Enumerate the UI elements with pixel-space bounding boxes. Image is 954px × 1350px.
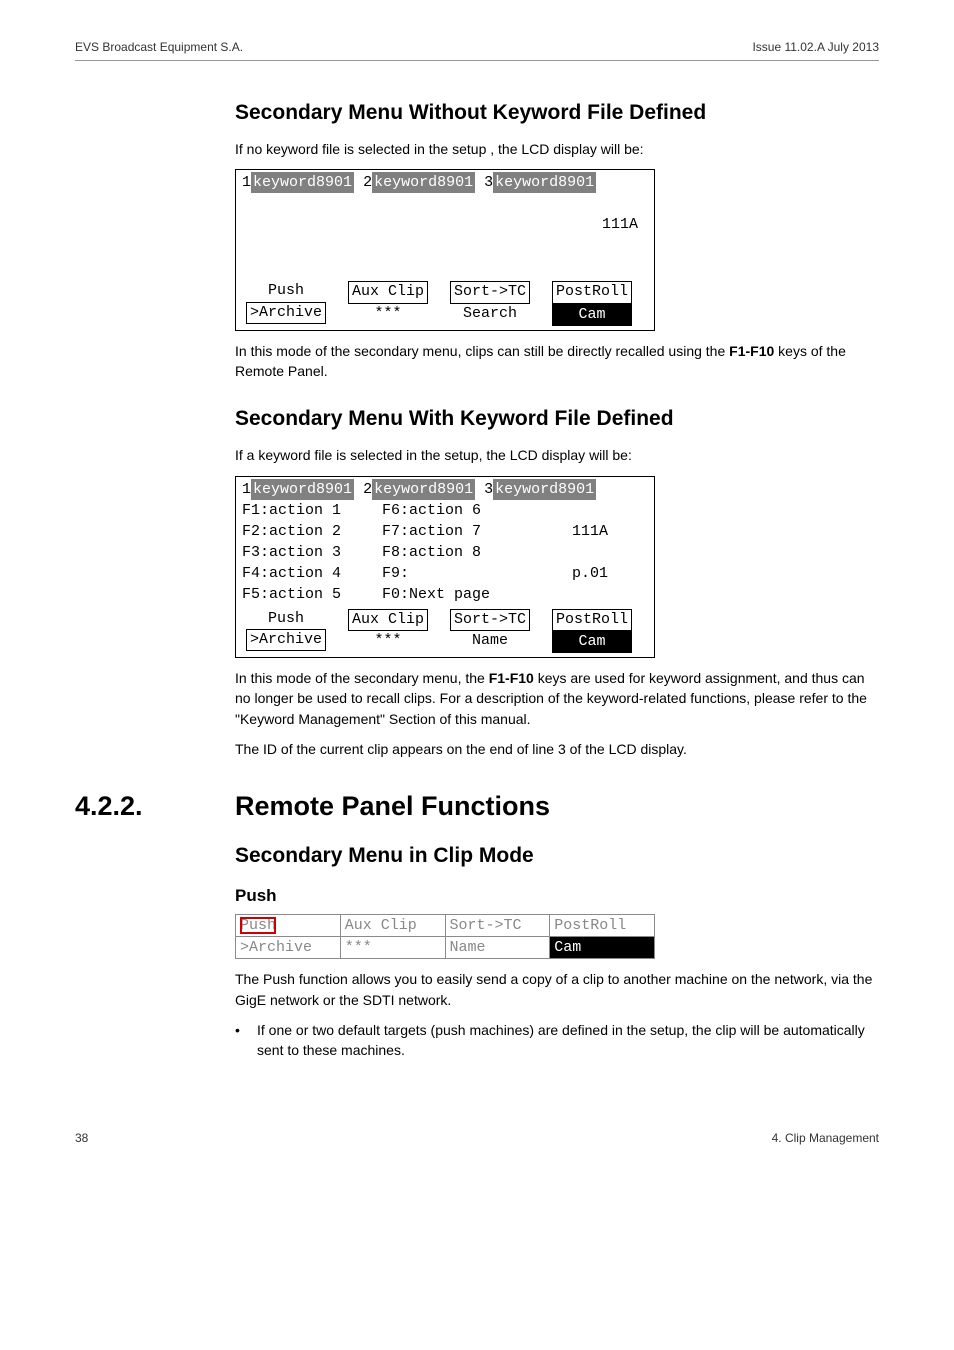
lcd2-row-f5f0: F5:action 5F0:Next page [242,584,648,605]
section-with-keyword: Secondary Menu With Keyword File Defined… [235,407,879,759]
push-bullet: • If one or two default targets (push ma… [235,1020,879,1061]
heading-without-keyword: Secondary Menu Without Keyword File Defi… [235,101,879,125]
lcd2-col1: Push >Archive [242,609,330,654]
after-2b: The ID of the current clip appears on th… [235,739,879,759]
lcd2-col2: Aux Clip *** [344,609,432,654]
section-clip-mode: Secondary Menu in Clip Mode Push Push Au… [235,844,879,1060]
lcd2-row-keywords: 1keyword8901 2keyword8901 3keyword8901 [242,479,648,500]
lcd2-col4: PostRoll Cam [548,609,636,654]
section-number: 4.2.2. [75,791,235,822]
page: EVS Broadcast Equipment S.A. Issue 11.02… [0,0,954,1205]
header-right: Issue 11.02.A July 2013 [752,40,879,54]
heading-clip-mode: Secondary Menu in Clip Mode [235,844,879,868]
section-title: Remote Panel Functions [235,791,550,822]
lcd2-row-f2f7: F2:action 2F7:action 7111A [242,521,648,542]
lcd1-row-blank3 [242,256,648,277]
heading-with-keyword: Secondary Menu With Keyword File Defined [235,407,879,431]
page-header: EVS Broadcast Equipment S.A. Issue 11.02… [75,40,879,61]
lcd1-row-blank1 [242,193,648,214]
lcd1-buttons: Push >Archive Aux Clip *** Sort->TC Sear… [242,281,648,326]
after-2a: In this mode of the secondary menu, the … [235,668,879,729]
page-footer: 38 4. Clip Management [75,1131,879,1145]
section-without-keyword: Secondary Menu Without Keyword File Defi… [235,101,879,381]
header-left: EVS Broadcast Equipment S.A. [75,40,243,54]
intro-2: If a keyword file is selected in the set… [235,445,879,465]
lcd-display-2: 1keyword8901 2keyword8901 3keyword8901 F… [235,476,655,659]
after-1: In this mode of the secondary menu, clip… [235,341,879,382]
bullet-text: If one or two default targets (push mach… [257,1020,879,1061]
lcd1-row-val: 111A [242,214,648,235]
footer-left: 38 [75,1131,88,1145]
lcd2-row-f4f9: F4:action 4F9:p.01 [242,563,648,584]
heading-push: Push [235,886,879,906]
lcd1-row-keywords: 1keyword8901 2keyword8901 3keyword8901 [242,172,648,193]
lcd2-row-f3f8: F3:action 3F8:action 8 [242,542,648,563]
lcd-display-1: 1keyword8901 2keyword8901 3keyword8901 1… [235,169,655,331]
bullet-dot: • [235,1020,247,1061]
push-table: Push Aux Clip Sort->TC PostRoll >Archive… [235,914,655,959]
footer-right: 4. Clip Management [772,1131,879,1145]
lcd2-row-f1f6: F1:action 1F6:action 6 [242,500,648,521]
lcd1-col1: Push >Archive [242,281,330,326]
lcd1-col3: Sort->TC Search [446,281,534,326]
lcd1-col4: PostRoll Cam [548,281,636,326]
intro-1: If no keyword file is selected in the se… [235,139,879,159]
lcd1-row-blank2 [242,235,648,256]
section-422: 4.2.2. Remote Panel Functions [75,791,879,822]
lcd2-buttons: Push >Archive Aux Clip *** Sort->TC Name… [242,609,648,654]
lcd1-col2: Aux Clip *** [344,281,432,326]
lcd2-col3: Sort->TC Name [446,609,534,654]
push-desc: The Push function allows you to easily s… [235,969,879,1010]
